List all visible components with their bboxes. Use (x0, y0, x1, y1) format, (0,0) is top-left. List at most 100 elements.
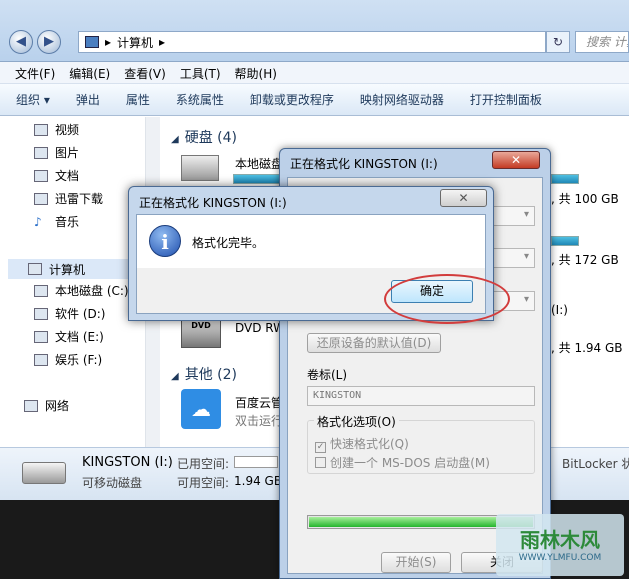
menu-file[interactable]: 文件(F) (8, 62, 62, 83)
status-bitlocker: BitLocker 状 (562, 457, 629, 471)
address-sep-icon: ▸ (159, 35, 166, 49)
map-drive-button[interactable]: 映射网络驱动器 (360, 91, 444, 108)
msdos-disk-checkbox[interactable]: 创建一个 MS-DOS 启动盘(M) (315, 454, 490, 471)
menu-edit[interactable]: 编辑(E) (62, 62, 117, 83)
status-free-label: 可用空间: (177, 476, 230, 490)
system-properties-button[interactable]: 系统属性 (176, 91, 224, 108)
sidebar-item-pictures[interactable]: 图片 (34, 144, 79, 161)
computer-icon (85, 36, 99, 48)
search-input[interactable]: 搜索 计算 (575, 31, 629, 53)
baidu-yun-item[interactable]: ☁ 百度云管 双击运行 (181, 389, 283, 429)
computer-icon (28, 263, 42, 275)
sidebar-item-thunder[interactable]: 迅雷下载 (34, 190, 103, 207)
status-usage-bar (234, 456, 278, 468)
group-label: 硬盘 (4) (184, 130, 237, 146)
sidebar-item-drive-d[interactable]: 软件 (D:) (34, 305, 105, 322)
download-icon (34, 192, 48, 205)
forward-button[interactable]: ▶ (37, 30, 61, 54)
drive-icon (34, 353, 48, 366)
item-sublabel: 双击运行 (235, 414, 284, 428)
group-header-hdd[interactable]: ◢ 硬盘 (4) (171, 127, 237, 147)
network-icon (24, 399, 38, 412)
sidebar-item-label: 迅雷下载 (55, 192, 104, 206)
drive-info: , 共 172 GB (551, 253, 619, 267)
sidebar-item-label: 计算机 (49, 262, 86, 277)
picture-icon (34, 146, 48, 159)
drive-info: , 共 1.94 GB (551, 341, 623, 355)
watermark-url: WWW.YLMFU.COM (518, 553, 602, 563)
status-drive-name: KINGSTON (I:) (82, 455, 173, 470)
quick-format-checkbox[interactable]: ✓ 快速格式化(Q) (315, 435, 409, 453)
sidebar-item-music[interactable]: ♪ 音乐 (34, 213, 79, 230)
drive-icon (34, 284, 48, 297)
menu-tools[interactable]: 工具(T) (173, 62, 228, 83)
dvd-drive-icon: DVD (181, 318, 221, 348)
sidebar-item-documents[interactable]: 文档 (34, 167, 79, 184)
drive-label: 本地磁盘 (235, 157, 284, 171)
command-bar: 组织 ▾ 弹出 属性 系统属性 卸载或更改程序 映射网络驱动器 打开控制面板 (0, 84, 629, 116)
checkbox-icon (315, 457, 326, 468)
sidebar-item-videos[interactable]: 视频 (34, 121, 79, 138)
baidu-cloud-icon: ☁ (181, 389, 221, 429)
drive-usage-bar (551, 174, 579, 184)
message-box-title: 正在格式化 KINGSTON (I:) (139, 196, 287, 210)
status-drive-type: 可移动磁盘 (82, 476, 143, 490)
document-icon (34, 169, 48, 182)
message-area: i 格式化完毕。 (137, 215, 485, 268)
info-icon: i (149, 225, 181, 257)
drive-info: (I:) (551, 303, 568, 317)
watermark-title: 雨林木风 (520, 528, 600, 552)
drive-label: DVD RW (235, 321, 286, 335)
refresh-button[interactable]: ↻ (546, 31, 570, 53)
sidebar-item-network[interactable]: 网络 (24, 397, 69, 414)
checkbox-label: 快速格式化(Q) (330, 437, 409, 451)
message-text: 格式化完毕。 (192, 236, 265, 250)
format-dialog-title: 正在格式化 KINGSTON (I:) (290, 157, 438, 171)
sidebar-item-label: 软件 (D:) (55, 307, 106, 321)
menu-view[interactable]: 查看(V) (117, 62, 173, 83)
windows-drive-icon (181, 155, 219, 181)
status-free-value: 1.94 GB (234, 474, 283, 488)
volume-label-input[interactable]: KINGSTON (307, 386, 535, 406)
address-sep-icon: ▸ (105, 35, 112, 49)
item-label: 百度云管 (235, 396, 284, 410)
highlight-ring (384, 274, 510, 324)
close-icon[interactable]: ✕ (492, 151, 540, 169)
sidebar-item-drive-c[interactable]: 本地磁盘 (C:) (34, 282, 129, 299)
usb-drive-icon (22, 462, 66, 484)
sidebar-item-computer[interactable]: 计算机 (8, 259, 145, 279)
uninstall-button[interactable]: 卸载或更改程序 (250, 91, 334, 108)
address-field[interactable]: ▸ 计算机 ▸ (78, 31, 546, 53)
drive-info: , 共 100 GB (551, 192, 619, 206)
address-path: 计算机 (117, 35, 154, 50)
address-bar-area: ◀ ▶ ▸ 计算机 ▸ ↻ 搜索 计算 (0, 0, 629, 62)
sidebar-item-label: 文档 (55, 169, 80, 183)
sidebar-item-drive-f[interactable]: 娱乐 (F:) (34, 351, 102, 368)
status-used-label: 已用空间: (177, 457, 230, 471)
menu-help[interactable]: 帮助(H) (228, 62, 284, 83)
sidebar-item-label: 本地磁盘 (C:) (55, 284, 129, 298)
watermark-logo: 雨林木风 WWW.YLMFU.COM (496, 514, 624, 576)
eject-button[interactable]: 弹出 (76, 91, 100, 108)
video-icon (34, 123, 48, 136)
sidebar-item-drive-e[interactable]: 文档 (E:) (34, 328, 104, 345)
sidebar-item-label: 图片 (55, 146, 80, 160)
restore-defaults-button[interactable]: 还原设备的默认值(D) (307, 333, 441, 353)
sidebar-item-label: 音乐 (55, 215, 80, 229)
drive-icon (34, 330, 48, 343)
start-button[interactable]: 开始(S) (381, 552, 451, 573)
close-icon[interactable]: ✕ (440, 189, 487, 207)
checkbox-label: 创建一个 MS-DOS 启动盘(M) (330, 456, 490, 470)
organize-button[interactable]: 组织 ▾ (16, 91, 50, 108)
group-header-other[interactable]: ◢ 其他 (2) (171, 364, 237, 384)
volume-label-title: 卷标(L) (307, 368, 348, 382)
back-button[interactable]: ◀ (9, 30, 33, 54)
drive-item-dvd[interactable]: DVD DVD RW (181, 317, 285, 348)
group-label: 其他 (2) (184, 367, 237, 383)
control-panel-button[interactable]: 打开控制面板 (470, 91, 542, 108)
sidebar-item-label: 网络 (45, 399, 70, 413)
drive-item-local[interactable]: 本地磁盘 (181, 155, 283, 181)
sidebar-item-label: 视频 (55, 123, 80, 137)
properties-button[interactable]: 属性 (126, 91, 150, 108)
sidebar-item-label: 文档 (E:) (55, 330, 104, 344)
